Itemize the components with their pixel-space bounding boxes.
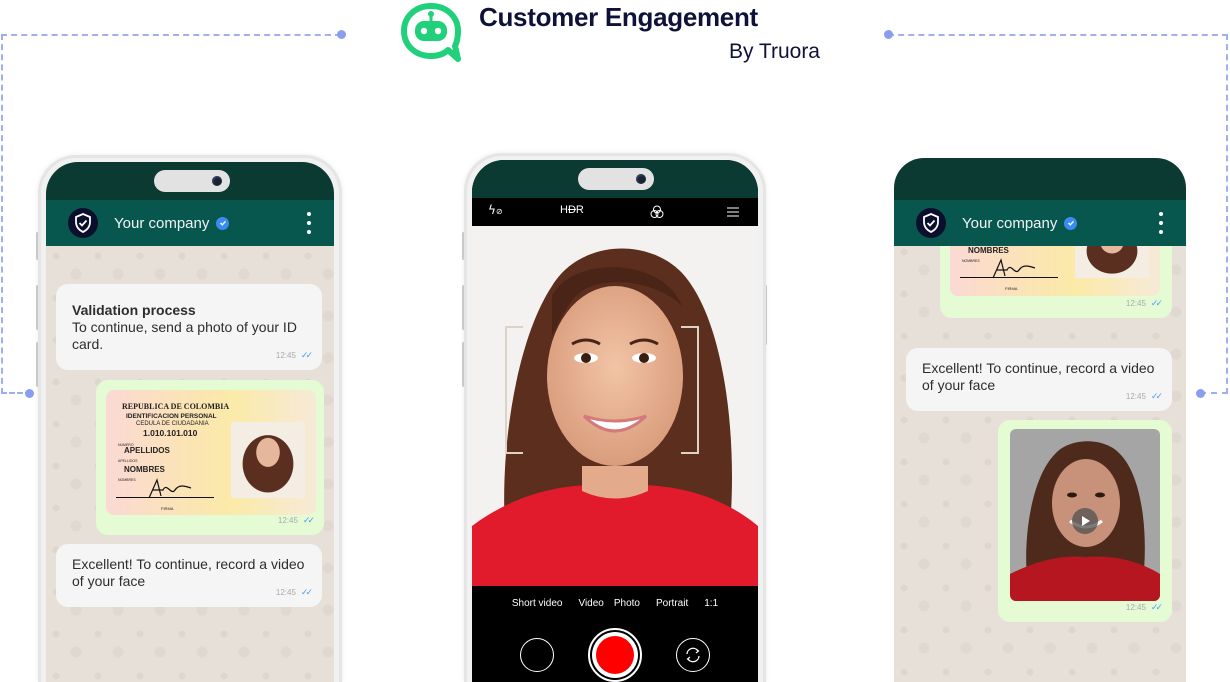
message-meta: 12:45 ✓✓ <box>1125 295 1163 312</box>
read-receipt-icon: ✓✓ <box>302 515 315 525</box>
gallery-thumbnail-button[interactable] <box>520 638 554 672</box>
shield-check-icon <box>923 213 939 233</box>
message-outgoing-image[interactable]: REPUBLICA DE COLOMBIA IDENTIFICACION PER… <box>96 380 324 535</box>
switch-camera-icon <box>686 647 700 663</box>
face-frame-left <box>505 326 523 454</box>
message-text: To continue, send a photo of your ID car… <box>72 319 297 352</box>
mode-1-1[interactable]: 1:1 <box>704 598 718 609</box>
status-bar <box>894 158 1186 200</box>
page-subtitle: By Truora <box>728 40 820 63</box>
brand-header: Customer Engagement By Truora <box>400 0 830 70</box>
message-meta: 12:45 ✓✓ <box>1125 388 1163 405</box>
camera-mode-selector: Short video Video Photo Portrait 1:1 <box>472 598 758 609</box>
record-dot-icon <box>596 636 634 674</box>
switch-camera-button[interactable] <box>676 638 710 672</box>
id-names-label: NOMBRES <box>962 259 980 263</box>
chat-header[interactable]: Your company <box>46 200 334 246</box>
message-outgoing-video[interactable]: 12:45 ✓✓ <box>998 420 1172 622</box>
contact-name[interactable]: Your company <box>962 215 1057 232</box>
page-title: Customer Engagement <box>479 2 758 32</box>
message-meta: 12:45 ✓✓ <box>1125 599 1163 616</box>
status-bar <box>46 162 334 200</box>
connector-dot <box>25 389 34 398</box>
read-receipt-icon: ✓✓ <box>300 587 313 597</box>
message-time: 12:45 <box>275 588 296 597</box>
front-camera-icon <box>636 174 646 184</box>
hdr-off-icon[interactable]: HDR <box>560 204 584 216</box>
verified-badge-icon <box>1064 216 1078 230</box>
menu-icon[interactable] <box>726 206 740 218</box>
camera-viewfinder[interactable] <box>472 226 758 586</box>
marketing-canvas: Customer Engagement By Truora Your compa… <box>0 0 1230 682</box>
message-incoming: Excellent! To continue, record a video o… <box>56 544 322 607</box>
mode-photo[interactable]: Photo <box>614 598 640 609</box>
dynamic-island <box>154 170 230 192</box>
message-time: 12:45 <box>1125 392 1146 401</box>
chat-header[interactable]: Your company <box>894 200 1186 246</box>
mode-video[interactable]: Video <box>578 598 603 609</box>
chat-area: Validation process To continue, send a p… <box>46 246 334 682</box>
play-icon <box>1082 516 1090 526</box>
message-incoming: Validation process To continue, send a p… <box>56 284 322 370</box>
id-number: 1.010.101.010 <box>143 428 198 438</box>
id-signature-label: FIRMA <box>1005 286 1018 291</box>
message-incoming: Excellent! To continue, record a video o… <box>906 348 1172 411</box>
message-meta: 12:45 ✓✓ <box>275 347 313 364</box>
kebab-menu-icon[interactable] <box>306 212 312 234</box>
phone-screen: ϟ⊘ HDR Short video Video Photo Portrait … <box>472 160 758 682</box>
connector-dot <box>1196 389 1205 398</box>
record-button[interactable] <box>588 628 642 682</box>
phone-screen: Your company Validation process To conti… <box>46 162 334 682</box>
id-portrait-photo <box>231 422 305 498</box>
message-time: 12:45 <box>275 351 296 360</box>
message-title: Validation process <box>72 302 196 318</box>
connector-dot <box>884 30 893 39</box>
message-meta: 12:45 ✓✓ <box>275 584 313 601</box>
phone-screen: APELLIDOS APELLIDOS NOMBRES NOMBRES FIRM… <box>894 158 1186 682</box>
camera-top-bar: ϟ⊘ HDR <box>472 198 758 226</box>
id-card-image[interactable]: REPUBLICA DE COLOMBIA IDENTIFICACION PER… <box>106 390 316 515</box>
shield-check-icon <box>75 213 91 233</box>
id-names-label: NOMBRES <box>118 478 136 482</box>
contact-avatar[interactable] <box>68 208 98 238</box>
message-time: 12:45 <box>1125 299 1146 308</box>
read-receipt-icon: ✓✓ <box>1150 602 1163 612</box>
face-frame-right <box>681 326 699 454</box>
kebab-menu-icon[interactable] <box>1158 212 1164 234</box>
message-time: 12:45 <box>277 516 298 525</box>
camera-controls: Short video Video Photo Portrait 1:1 <box>472 586 758 682</box>
flash-off-icon[interactable]: ϟ⊘ <box>488 203 503 217</box>
id-signature-label: FIRMA <box>161 506 174 511</box>
mode-short-video[interactable]: Short video <box>512 598 563 609</box>
phone-center: ϟ⊘ HDR Short video Video Photo Portrait … <box>464 153 766 682</box>
contact-name[interactable]: Your company <box>114 215 209 232</box>
mode-portrait[interactable]: Portrait <box>656 598 688 609</box>
chat-area: APELLIDOS APELLIDOS NOMBRES NOMBRES FIRM… <box>894 218 1186 682</box>
video-thumbnail[interactable] <box>1010 429 1160 601</box>
read-receipt-icon: ✓✓ <box>1150 298 1163 308</box>
signature-line <box>116 497 214 498</box>
connector-dot <box>337 30 346 39</box>
chat-robot-icon <box>401 3 461 62</box>
dynamic-island <box>578 168 654 190</box>
signature-line <box>960 277 1058 278</box>
message-time: 12:45 <box>1125 603 1146 612</box>
play-button[interactable] <box>1072 508 1098 534</box>
contact-avatar[interactable] <box>916 208 946 238</box>
message-meta: 12:45 ✓✓ <box>277 512 315 529</box>
read-receipt-icon: ✓✓ <box>300 350 313 360</box>
message-text: Excellent! To continue, record a video o… <box>72 556 305 589</box>
phone-right: APELLIDOS APELLIDOS NOMBRES NOMBRES FIRM… <box>892 155 1188 682</box>
status-bar <box>472 160 758 198</box>
filters-icon[interactable] <box>649 204 665 220</box>
phone-left: Your company Validation process To conti… <box>38 155 342 682</box>
message-text: Excellent! To continue, record a video o… <box>922 360 1155 393</box>
verified-badge-icon <box>216 216 230 230</box>
front-camera-icon <box>212 176 222 186</box>
read-receipt-icon: ✓✓ <box>1150 391 1163 401</box>
